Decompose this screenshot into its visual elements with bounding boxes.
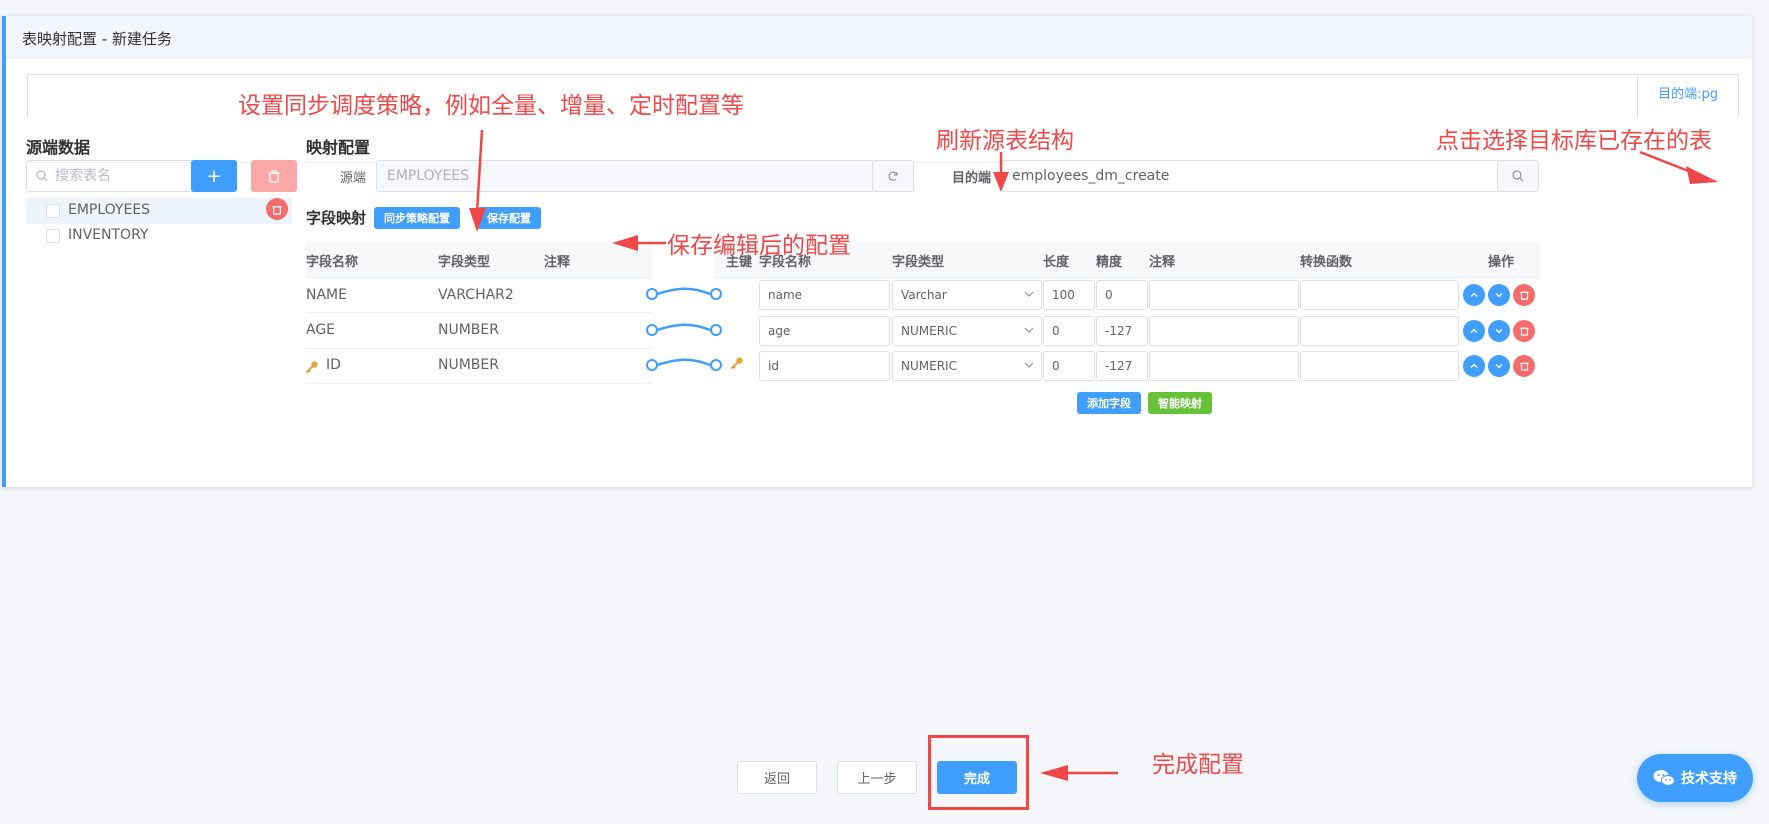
prev-step-button[interactable]: 上一步 xyxy=(837,761,917,794)
annotation-arrows xyxy=(469,129,1718,781)
tech-support-button[interactable]: 技术支持 xyxy=(1637,754,1753,802)
wechat-icon xyxy=(1653,770,1675,786)
finish-button[interactable]: 完成 xyxy=(937,761,1017,794)
tech-support-label: 技术支持 xyxy=(1681,771,1737,787)
back-button[interactable]: 返回 xyxy=(737,761,817,794)
